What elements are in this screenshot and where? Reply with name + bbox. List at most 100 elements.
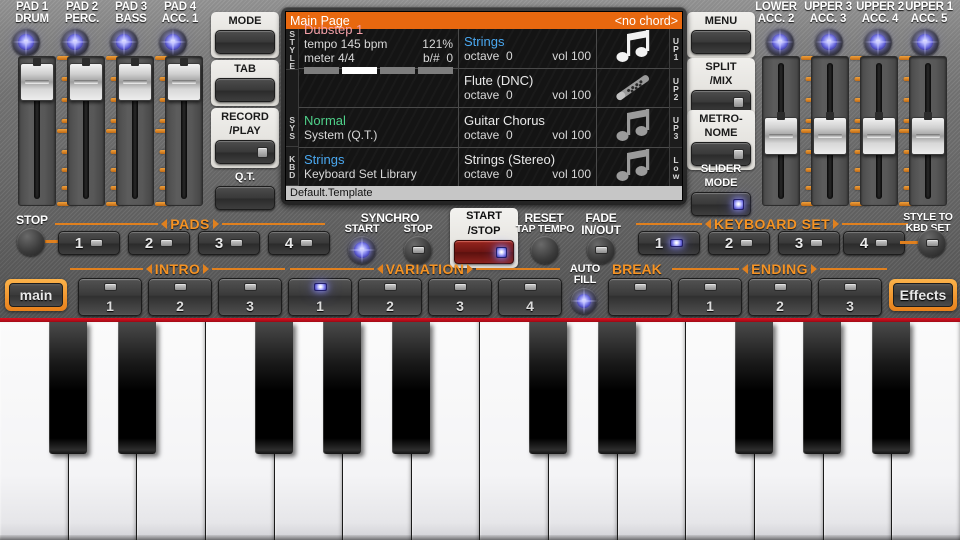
upper-pad-2-knob[interactable] <box>815 28 843 56</box>
intro-button-1[interactable]: 1 <box>78 278 142 316</box>
style-transpose-label: b/# <box>423 51 440 65</box>
pad-1-knob[interactable] <box>12 28 40 56</box>
piano-keyboard[interactable] <box>0 318 960 540</box>
fader-pad-3-handle[interactable] <box>118 63 152 101</box>
upper-pad-1-knob[interactable] <box>766 28 794 56</box>
variation-button-4[interactable]: 4 <box>498 278 562 316</box>
fader-pad-1[interactable] <box>18 56 56 206</box>
style-tempo: tempo 145 bpm <box>304 37 387 51</box>
record-play-button-plate[interactable]: RECORD /PLAY <box>211 108 279 168</box>
ending-button-3[interactable]: 3 <box>818 278 882 316</box>
keyboard-set-group-title: KEYBOARD SET <box>714 216 830 232</box>
fader-pad-2[interactable] <box>67 56 105 206</box>
fader-pad-1-handle[interactable] <box>20 63 54 101</box>
intro-button-3[interactable]: 3 <box>218 278 282 316</box>
synchro-start-knob[interactable] <box>348 236 376 264</box>
keyboard-set-button-3[interactable]: 3 <box>778 231 840 255</box>
black-key[interactable] <box>872 322 910 454</box>
fader-upper2-acc4[interactable] <box>860 56 898 206</box>
main-button[interactable]: main <box>9 283 63 307</box>
fader-lower-acc2-handle[interactable] <box>764 117 798 155</box>
fader-upper3-acc3[interactable] <box>811 56 849 206</box>
sys-sub: System (Q.T.) <box>304 128 453 142</box>
fader-upper1-acc5[interactable] <box>909 56 947 206</box>
pad-4-knob[interactable] <box>159 28 187 56</box>
upper-pad-1-label-line1: LOWER <box>748 2 804 14</box>
lcd-low-cell[interactable]: Strings (Stereo) octave 0 vol 100 <box>459 148 597 187</box>
effects-button-frame[interactable]: Effects <box>889 279 957 311</box>
qt-button[interactable] <box>215 186 275 210</box>
intro-button-2[interactable]: 2 <box>148 278 212 316</box>
fader-upper2-acc4-handle[interactable] <box>862 117 896 155</box>
lcd-up3-cell[interactable]: Guitar Chorus octave 0 vol 100 <box>459 108 597 147</box>
black-key[interactable] <box>255 322 293 454</box>
pad-button-4[interactable]: 4 <box>268 231 330 255</box>
pad-button-1[interactable]: 1 <box>58 231 120 255</box>
keyboard-set-button-4[interactable]: 4 <box>843 231 905 255</box>
split-mix-button-plate[interactable]: SPLIT /MIX <box>687 58 755 118</box>
fader-pad-4[interactable] <box>165 56 203 206</box>
black-key[interactable] <box>529 322 567 454</box>
fader-upper1-acc5-handle[interactable] <box>911 117 945 155</box>
black-keys[interactable] <box>0 322 960 454</box>
synchro-stop-knob[interactable] <box>404 236 432 264</box>
keyboard-set-button-1[interactable]: 1 <box>638 231 700 255</box>
mode-button-plate[interactable]: MODE <box>211 12 279 58</box>
black-key[interactable] <box>118 322 156 454</box>
effects-button[interactable]: Effects <box>893 283 953 307</box>
black-key[interactable] <box>323 322 361 454</box>
black-key[interactable] <box>392 322 430 454</box>
menu-button[interactable] <box>691 30 751 54</box>
ending-button-1[interactable]: 1 <box>678 278 742 316</box>
pad-button-2[interactable]: 2 <box>128 231 190 255</box>
fader-pad-3[interactable] <box>116 56 154 206</box>
qt-button-plate[interactable]: Q.T. <box>211 168 279 214</box>
black-key[interactable] <box>803 322 841 454</box>
start-stop-plate[interactable]: START /STOP <box>450 208 518 268</box>
lcd-row-style[interactable]: Dubstep 1 tempo 145 bpm 121% meter 4/4 b… <box>299 29 669 69</box>
lcd-kbd-cell[interactable]: Strings Keyboard Set Library <box>299 148 459 187</box>
up3-octave-value: 0 <box>506 128 513 142</box>
stop-knob[interactable] <box>17 228 45 256</box>
fader-lower-acc2[interactable] <box>762 56 800 206</box>
tab-button-plate[interactable]: TAB <box>211 60 279 106</box>
lcd-display[interactable]: Main Page <no chord> STYLE SYS KBD Dubst… <box>281 7 687 205</box>
reset-tap-tempo-knob[interactable] <box>531 236 559 264</box>
black-key[interactable] <box>49 322 87 454</box>
variation-button-3[interactable]: 3 <box>428 278 492 316</box>
pad-button-3[interactable]: 3 <box>198 231 260 255</box>
fader-pad-4-handle[interactable] <box>167 63 201 101</box>
upper-pad-4-knob[interactable] <box>911 28 939 56</box>
variation-button-1[interactable]: 1 <box>288 278 352 316</box>
keyboard-set-button-2[interactable]: 2 <box>708 231 770 255</box>
slider-mode-button[interactable] <box>691 192 751 216</box>
black-key[interactable] <box>735 322 773 454</box>
black-key[interactable] <box>598 322 636 454</box>
lcd-screen[interactable]: Main Page <no chord> STYLE SYS KBD Dubst… <box>285 11 683 201</box>
tab-button[interactable] <box>215 78 275 102</box>
mode-button[interactable] <box>215 30 275 54</box>
main-button-frame[interactable]: main <box>5 279 67 311</box>
lcd-up2-cell[interactable]: Flute (DNC) octave 0 vol 100 <box>459 69 597 108</box>
auto-fill-knob[interactable] <box>571 288 597 314</box>
upper-pad-4-label-line1: UPPER 1 <box>900 2 958 14</box>
lcd-row-up2[interactable]: Flute (DNC) octave 0 vol 100 <box>299 69 669 109</box>
upper-pad-3-knob[interactable] <box>864 28 892 56</box>
fader-pad-2-handle[interactable] <box>69 63 103 101</box>
ending-button-2[interactable]: 2 <box>748 278 812 316</box>
fader-upper3-acc3-handle[interactable] <box>813 117 847 155</box>
variation-button-2[interactable]: 2 <box>358 278 422 316</box>
fade-in-out-knob[interactable] <box>587 236 615 264</box>
pad-3-knob[interactable] <box>110 28 138 56</box>
style-to-kbd-set-knob[interactable] <box>918 229 946 257</box>
lcd-up1-cell[interactable]: Strings octave 0 vol 100 <box>459 29 597 68</box>
slider-mode-button-plate[interactable]: SLIDER MODE <box>687 160 755 220</box>
menu-button-plate[interactable]: MENU <box>687 12 755 58</box>
lcd-style-cell[interactable]: Dubstep 1 tempo 145 bpm 121% meter 4/4 b… <box>299 29 459 68</box>
break-button[interactable] <box>608 278 672 316</box>
lcd-row-sys[interactable]: Normal System (Q.T.) Guitar Chorus octav… <box>299 108 669 148</box>
pad-2-knob[interactable] <box>61 28 89 56</box>
lcd-sys-cell[interactable]: Normal System (Q.T.) <box>299 108 459 147</box>
lcd-row-kbd[interactable]: Strings Keyboard Set Library Strings (St… <box>299 148 669 187</box>
record-play-button[interactable] <box>215 140 275 164</box>
